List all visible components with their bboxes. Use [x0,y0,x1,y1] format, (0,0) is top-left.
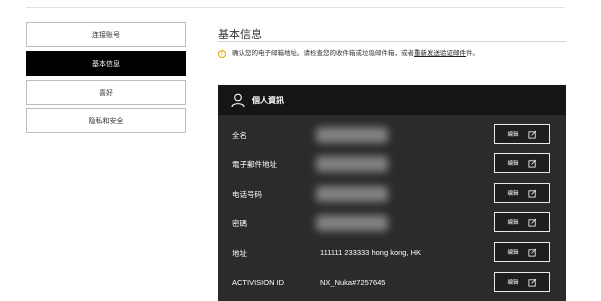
row-label: 全名 [232,131,247,140]
redacted-value [316,215,388,231]
redacted-value [316,156,388,172]
edit-icon [527,130,536,139]
edit-icon [527,248,536,257]
row-label: 密碼 [232,219,247,228]
notice-suffix: 件。 [466,50,479,57]
sidebar-item-privacy-security[interactable]: 隐私和安全 [26,108,186,133]
info-row-email: 電子郵件地址 编辑 [218,153,566,175]
sidebar-item-linked-accounts[interactable]: 连接账号 [26,22,186,47]
sidebar-item-preferences[interactable]: 喜好 [26,80,186,105]
title-divider [218,41,566,42]
edit-full-name-button[interactable]: 编辑 [494,124,550,144]
notice-message: 确认您的电子邮箱地址。请检查您的收件箱或垃圾邮件箱，或者 [232,50,414,57]
edit-button-label: 编辑 [507,191,519,197]
notice-text: 确认您的电子邮箱地址。请检查您的收件箱或垃圾邮件箱，或者重新发送验证邮件件。 [232,49,518,59]
user-icon [231,93,245,108]
redacted-value [316,186,388,202]
page-title: 基本信息 [218,29,262,41]
edit-button-label: 编辑 [507,161,519,167]
edit-password-button[interactable]: 编辑 [494,212,550,232]
card-header: 個人資訊 [218,85,566,115]
edit-phone-button[interactable]: 编辑 [494,183,550,203]
personal-info-card: 個人資訊 全名 编辑 電子郵件地址 编辑 电话号码 编辑 密碼 编辑 地址 11… [218,85,566,301]
info-row-password: 密碼 编辑 [218,212,566,234]
info-row-full-name: 全名 编辑 [218,124,566,146]
edit-icon [527,278,536,287]
row-label: ACTIVISION ID [232,278,285,287]
edit-activision-id-button[interactable]: 编辑 [494,272,550,292]
resend-verification-link[interactable]: 重新发送验证邮件 [414,50,466,57]
edit-icon [527,218,536,227]
edit-icon [527,159,536,168]
edit-button-label: 编辑 [507,220,519,226]
info-row-activision-id: ACTIVISION ID NX_Nuka#7257645 编辑 [218,272,566,294]
row-label: 電子郵件地址 [232,160,277,169]
edit-email-button[interactable]: 编辑 [494,153,550,173]
row-label: 电话号码 [232,190,262,199]
sidebar-item-basic-info[interactable]: 基本信息 [26,51,186,76]
activision-id-value: NX_Nuka#7257645 [320,278,386,287]
top-divider [26,7,565,8]
edit-address-button[interactable]: 编辑 [494,242,550,262]
row-label: 地址 [232,249,247,258]
address-value: 111111 233333 hong kong, HK [320,248,422,257]
warning-icon: ! [218,50,226,58]
edit-button-label: 编辑 [507,250,519,256]
edit-button-label: 编辑 [507,132,519,138]
info-row-phone: 电话号码 编辑 [218,183,566,205]
card-title: 個人資訊 [252,95,284,105]
edit-icon [527,189,536,198]
edit-button-label: 编辑 [507,280,519,286]
info-row-address: 地址 111111 233333 hong kong, HK 编辑 [218,242,566,264]
redacted-value [316,127,388,143]
